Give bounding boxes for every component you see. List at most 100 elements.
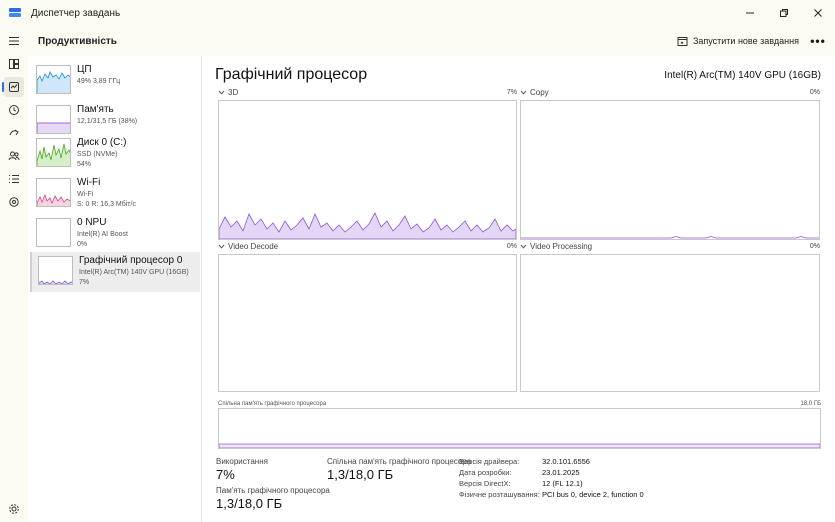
minimize-icon bbox=[746, 12, 754, 14]
chevron-down-icon bbox=[520, 90, 527, 95]
device-detail-2: S: 0 R: 16,3 Мбіт/с bbox=[77, 201, 136, 208]
device-name: 0 NPU bbox=[77, 217, 107, 228]
device-name: Графічний процесор 0 bbox=[79, 255, 183, 266]
processes-icon bbox=[9, 59, 19, 69]
device-detail: Wi-Fi bbox=[77, 191, 94, 198]
engine-selector-video-processing[interactable]: Video Processing bbox=[520, 242, 592, 251]
directx-version-value: 12 (FL 12.1) bbox=[542, 479, 583, 488]
engine-selector-3d[interactable]: 3D bbox=[218, 88, 238, 97]
nav-performance[interactable] bbox=[2, 77, 24, 97]
engine-percent: 0% bbox=[809, 243, 820, 250]
close-icon bbox=[814, 9, 822, 17]
shared-memory-value: 1,3/18,0 ГБ bbox=[327, 467, 394, 482]
minimize-button[interactable] bbox=[733, 0, 767, 26]
device-detail: SSD (NVMe) bbox=[77, 151, 118, 158]
run-task-icon bbox=[677, 36, 688, 46]
hamburger-menu-button[interactable] bbox=[4, 31, 24, 51]
run-new-task-label: Запустити нове завдання bbox=[692, 36, 799, 46]
more-options-button[interactable]: ••• bbox=[807, 32, 829, 50]
task-manager-app-icon bbox=[9, 8, 21, 18]
wifi-mini-graph bbox=[36, 178, 71, 207]
shared-memory-graph-max: 18,0 ГБ bbox=[800, 401, 821, 407]
navigation-rail bbox=[0, 26, 28, 522]
device-name: Диск 0 (C:) bbox=[77, 137, 127, 148]
device-detail: Intel(R) Arc(TM) 140V GPU (16GB) bbox=[79, 269, 189, 276]
npu-mini-graph bbox=[36, 218, 71, 247]
chevron-down-icon bbox=[218, 244, 225, 249]
memory-mini-graph bbox=[36, 105, 71, 134]
graph-shared-memory bbox=[218, 408, 821, 449]
graph-copy-plot bbox=[521, 236, 819, 239]
graph-3d-plot bbox=[219, 212, 516, 239]
gpu-performance-panel: Графічний процесор Intel(R) Arc(TM) 140V… bbox=[202, 56, 835, 522]
nav-users[interactable] bbox=[4, 146, 24, 166]
driver-version-label: Версія драйвера: bbox=[459, 457, 520, 466]
graph-video-decode bbox=[218, 254, 517, 392]
device-detail-2: 7% bbox=[79, 279, 90, 286]
nav-processes[interactable] bbox=[4, 54, 24, 74]
chevron-down-icon bbox=[520, 244, 527, 249]
maximize-button[interactable] bbox=[767, 0, 801, 26]
device-item-gpu[interactable]: Графічний процесор 0 Intel(R) Arc(TM) 14… bbox=[30, 252, 200, 292]
gear-icon bbox=[9, 504, 19, 514]
device-item-disk[interactable]: Диск 0 (C:) SSD (NVMe) 54% bbox=[30, 134, 200, 174]
gpu-memory-value: 1,3/18,0 ГБ bbox=[216, 496, 283, 511]
device-name: ЦП bbox=[77, 64, 92, 75]
device-detail-2: 54% bbox=[77, 161, 92, 168]
run-new-task-button[interactable]: Запустити нове завдання bbox=[677, 32, 799, 50]
engine-label: 3D bbox=[228, 88, 239, 97]
engine-label: Video Processing bbox=[530, 242, 593, 251]
gpu-memory-label: Пам'ять графічного процесора bbox=[216, 486, 330, 495]
shared-memory-graph-label: Спільна пам'ять графічного процесора bbox=[218, 401, 327, 407]
disk-mini-graph bbox=[36, 138, 71, 167]
usage-label: Використання bbox=[216, 457, 268, 466]
gpu-model-name: Intel(R) Arc(TM) 140V GPU (16GB) bbox=[664, 70, 821, 81]
driver-date-label: Дата розробки: bbox=[459, 468, 512, 477]
driver-version-value: 32.0.101.6556 bbox=[542, 457, 590, 466]
title-bar: Диспетчер завдань bbox=[0, 0, 835, 26]
physical-location-label: Фізичне розташування: bbox=[459, 490, 540, 499]
services-icon bbox=[9, 197, 19, 207]
users-icon bbox=[8, 151, 20, 161]
nav-settings[interactable] bbox=[4, 499, 24, 519]
shared-memory-label: Спільна пам'ять графічного процесора bbox=[327, 457, 472, 466]
physical-location-value: PCI bus 0, device 2, function 0 bbox=[542, 490, 644, 499]
device-name: Пам'ять bbox=[77, 104, 114, 115]
device-item-wifi[interactable]: Wi-Fi Wi-Fi S: 0 R: 16,3 Мбіт/с bbox=[30, 174, 200, 214]
restore-icon bbox=[780, 9, 788, 17]
hamburger-icon bbox=[9, 37, 19, 45]
history-icon bbox=[9, 105, 19, 115]
nav-startup-apps[interactable] bbox=[4, 123, 24, 143]
usage-value: 7% bbox=[216, 467, 235, 482]
engine-percent: 7% bbox=[506, 89, 517, 96]
engine-selector-video-decode[interactable]: Video Decode bbox=[218, 242, 278, 251]
device-list: ЦП 49% 3,89 ГГц Пам'ять 12,1/31,5 ГБ (38… bbox=[28, 56, 202, 522]
cpu-mini-graph bbox=[36, 65, 71, 94]
engine-label: Copy bbox=[530, 88, 549, 97]
close-button[interactable] bbox=[801, 0, 835, 26]
graph-3d bbox=[218, 100, 517, 240]
engine-percent: 0% bbox=[809, 89, 820, 96]
engine-percent: 0% bbox=[506, 243, 517, 250]
chevron-down-icon bbox=[218, 90, 225, 95]
graph-copy bbox=[520, 100, 820, 240]
startup-icon bbox=[9, 129, 19, 136]
engine-label: Video Decode bbox=[228, 242, 279, 251]
device-name: Wi-Fi bbox=[77, 177, 101, 188]
driver-date-value: 23.01.2025 bbox=[542, 468, 580, 477]
gpu-mini-graph bbox=[38, 256, 73, 285]
nav-details[interactable] bbox=[4, 169, 24, 189]
nav-app-history[interactable] bbox=[4, 100, 24, 120]
window-title: Диспетчер завдань bbox=[31, 7, 121, 19]
performance-icon bbox=[9, 82, 19, 92]
page-title: Графічний процесор bbox=[215, 66, 368, 83]
device-detail: Intel(R) AI Boost bbox=[77, 231, 128, 238]
command-bar: Продуктивність Запустити нове завдання •… bbox=[28, 26, 835, 56]
shared-memory-plot bbox=[219, 443, 820, 448]
graph-video-processing bbox=[520, 254, 820, 392]
device-item-npu[interactable]: 0 NPU Intel(R) AI Boost 0% bbox=[30, 214, 200, 254]
engine-selector-copy[interactable]: Copy bbox=[520, 88, 549, 97]
directx-version-label: Версія DirectX: bbox=[459, 479, 511, 488]
nav-services[interactable] bbox=[4, 192, 24, 212]
device-item-cpu[interactable]: ЦП 49% 3,89 ГГц bbox=[30, 61, 200, 101]
